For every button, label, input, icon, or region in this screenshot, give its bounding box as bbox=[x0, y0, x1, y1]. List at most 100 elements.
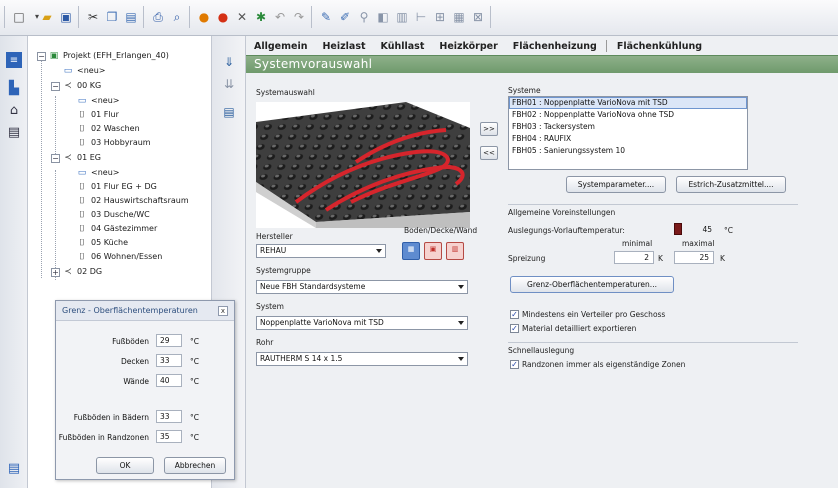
tree-expander[interactable]: − bbox=[37, 52, 46, 61]
tree-line bbox=[55, 170, 56, 280]
layer-icon[interactable]: ◧ bbox=[374, 8, 392, 26]
close-icon[interactable]: x bbox=[218, 306, 228, 316]
copy-down-icon[interactable]: ⇊ bbox=[221, 76, 237, 92]
export-icon[interactable]: ▤ bbox=[6, 460, 22, 476]
estrich-zusatzmittel-button[interactable]: Estrich-Zusatzmittel.... bbox=[676, 176, 786, 193]
paste-icon[interactable]: ▤ bbox=[122, 8, 140, 26]
tree-item-room[interactable]: ⌷ 01 Flur bbox=[76, 108, 119, 122]
tree-item-room[interactable]: ⌷ 02 Waschen bbox=[76, 122, 139, 136]
fussboeden-baedern-label: Fußböden in Bädern bbox=[73, 413, 149, 422]
systemparameter-button[interactable]: Systemparameter.... bbox=[566, 176, 666, 193]
tree-line bbox=[41, 60, 42, 278]
chart-icon[interactable]: ▙ bbox=[6, 80, 22, 96]
tree-expander[interactable]: − bbox=[51, 154, 60, 163]
tab-kuehllast[interactable]: Kühllast bbox=[381, 41, 425, 52]
radiator-icon[interactable]: ▥ bbox=[393, 8, 411, 26]
tree-item-new[interactable]: ▭ <neu> bbox=[62, 64, 106, 78]
fussboeden-baedern-input[interactable]: 33 bbox=[156, 410, 182, 423]
tree-item-floor-eg[interactable]: ≺ 01 EG bbox=[62, 151, 101, 165]
systemgruppe-select[interactable]: Neue FBH Standardsysteme bbox=[256, 280, 468, 294]
tree-item-room[interactable]: ⌷ 03 Dusche/WC bbox=[76, 208, 149, 222]
spreizung-max-input[interactable]: 25 bbox=[674, 251, 714, 264]
room-icon: ⌷ bbox=[79, 182, 85, 192]
settings-icon[interactable]: ✱ bbox=[252, 8, 270, 26]
tree-item-room[interactable]: ⌷ 05 Küche bbox=[76, 236, 128, 250]
mindestens-verteiler-checkbox[interactable]: ✓ bbox=[510, 310, 519, 319]
tree-item-floor-dg[interactable]: ≺ 02 DG bbox=[62, 265, 102, 279]
cut-icon[interactable]: ✂ bbox=[84, 8, 102, 26]
system-select[interactable]: Noppenplatte VarioNova mit TSD bbox=[256, 316, 468, 330]
main-toolbar: □ ▾ ▰ ▣ ✂ ❐ ▤ ⎙ ⌕ ● ● ✕ ✱ ↶ ↷ ✎ ✐ ⚲ ◧ ▥ … bbox=[0, 0, 838, 36]
decken-input[interactable]: 33 bbox=[156, 354, 182, 367]
tree-item-room[interactable]: ⌷ 02 Hauswirtschaftsraum bbox=[76, 194, 188, 208]
tree-item-new[interactable]: ▭ <neu> bbox=[76, 94, 120, 108]
spreizung-max-unit: K bbox=[720, 254, 725, 263]
spreizung-min-input[interactable]: 2 bbox=[614, 251, 654, 264]
floor-type-button[interactable]: ▦ bbox=[402, 242, 420, 260]
material-exportieren-checkbox[interactable]: ✓ bbox=[510, 324, 519, 333]
save-icon[interactable]: ▣ bbox=[57, 8, 75, 26]
floor-plan-icon[interactable]: ⌂ bbox=[6, 102, 22, 118]
randzonen-label: Randzonen immer als eigenständige Zonen bbox=[522, 360, 686, 369]
undo-icon[interactable]: ↶ bbox=[271, 8, 289, 26]
cancel-button[interactable]: Abbrechen bbox=[164, 457, 226, 474]
thermometer-icon bbox=[674, 223, 682, 235]
fussboeden-input[interactable]: 29 bbox=[156, 334, 182, 347]
tree-item-project[interactable]: ▣ Projekt (EFH_Erlangen_40) bbox=[48, 49, 169, 63]
print-preview-icon[interactable]: ⌕ bbox=[168, 8, 186, 26]
wall-type-button[interactable]: ▥ bbox=[446, 242, 464, 260]
tree-item-room[interactable]: ⌷ 01 Flur EG + DG bbox=[76, 180, 157, 194]
tab-heizlast[interactable]: Heizlast bbox=[322, 41, 365, 52]
tools-icon[interactable]: ✕ bbox=[233, 8, 251, 26]
pipe-icon[interactable]: ⊢ bbox=[412, 8, 430, 26]
tree-expander[interactable]: − bbox=[51, 82, 60, 91]
toolbar-separator bbox=[189, 6, 190, 28]
tab-allgemein[interactable]: Allgemein bbox=[254, 41, 307, 52]
open-folder-icon[interactable]: ▰ bbox=[38, 8, 56, 26]
delete-icon[interactable]: ⊠ bbox=[469, 8, 487, 26]
list-item[interactable]: FBH05 : Sanierungssystem 10 bbox=[509, 145, 747, 157]
arrow-down-icon[interactable]: ⇓ bbox=[221, 54, 237, 70]
tab-flaechenheizung[interactable]: Flächenheizung bbox=[513, 41, 597, 52]
copy-icon[interactable]: ❐ bbox=[103, 8, 121, 26]
systeme-list[interactable]: FBH01 : Noppenplatte VarioNova mit TSD F… bbox=[508, 96, 748, 170]
building-icon[interactable]: ▤ bbox=[6, 124, 22, 140]
new-file-icon[interactable]: □ bbox=[10, 8, 28, 26]
tree-expander[interactable]: + bbox=[51, 268, 60, 277]
pencil-icon[interactable]: ✎ bbox=[317, 8, 335, 26]
tree-item-room[interactable]: ⌷ 03 Hobbyraum bbox=[76, 136, 150, 150]
warning-icon[interactable]: ● bbox=[214, 8, 232, 26]
tab-heizkoerper[interactable]: Heizkörper bbox=[439, 41, 497, 52]
tab-bar: Allgemein Heizlast Kühllast Heizkörper F… bbox=[246, 36, 838, 56]
info-icon[interactable]: ● bbox=[195, 8, 213, 26]
list-item[interactable]: FBH03 : Tackersystem bbox=[509, 121, 747, 133]
fussboeden-randzonen-input[interactable]: 35 bbox=[156, 430, 182, 443]
hersteller-select[interactable]: REHAU bbox=[256, 244, 386, 258]
list-view-icon[interactable]: ≡ bbox=[6, 52, 22, 68]
draw-icon[interactable]: ✐ bbox=[336, 8, 354, 26]
table-icon[interactable]: ▤ bbox=[221, 104, 237, 120]
grenz-oberflaechentemperaturen-button[interactable]: Grenz-Oberflächentemperaturen... bbox=[510, 276, 674, 293]
redo-icon[interactable]: ↷ bbox=[290, 8, 308, 26]
randzonen-checkbox[interactable]: ✓ bbox=[510, 360, 519, 369]
floor-heating-illustration bbox=[256, 102, 470, 228]
ceiling-type-button[interactable]: ▣ bbox=[424, 242, 442, 260]
tree-item-room[interactable]: ⌷ 06 Wohnen/Essen bbox=[76, 250, 162, 264]
grid-icon[interactable]: ⊞ bbox=[431, 8, 449, 26]
list-item[interactable]: FBH02 : Noppenplatte VarioNova ohne TSD bbox=[509, 109, 747, 121]
floor-icon[interactable]: ▦ bbox=[450, 8, 468, 26]
rohr-select[interactable]: RAUTHERM S 14 x 1.5 bbox=[256, 352, 468, 366]
plumbing-icon[interactable]: ⚲ bbox=[355, 8, 373, 26]
tree-item-room[interactable]: ⌷ 04 Gästezimmer bbox=[76, 222, 157, 236]
ok-button[interactable]: OK bbox=[96, 457, 154, 474]
tab-flaechenkuehlung[interactable]: Flächenkühlung bbox=[617, 41, 702, 52]
waende-input[interactable]: 40 bbox=[156, 374, 182, 387]
tree-item-floor-kg[interactable]: ≺ 00 KG bbox=[62, 79, 101, 93]
remove-system-button[interactable]: << bbox=[480, 146, 498, 160]
tree-item-new[interactable]: ▭ <neu> bbox=[76, 166, 120, 180]
vorlauf-input[interactable]: 45 bbox=[686, 224, 716, 237]
list-item[interactable]: FBH01 : Noppenplatte VarioNova mit TSD bbox=[509, 97, 747, 109]
print-icon[interactable]: ⎙ bbox=[149, 8, 167, 26]
add-system-button[interactable]: >> bbox=[480, 122, 498, 136]
list-item[interactable]: FBH04 : RAUFIX bbox=[509, 133, 747, 145]
